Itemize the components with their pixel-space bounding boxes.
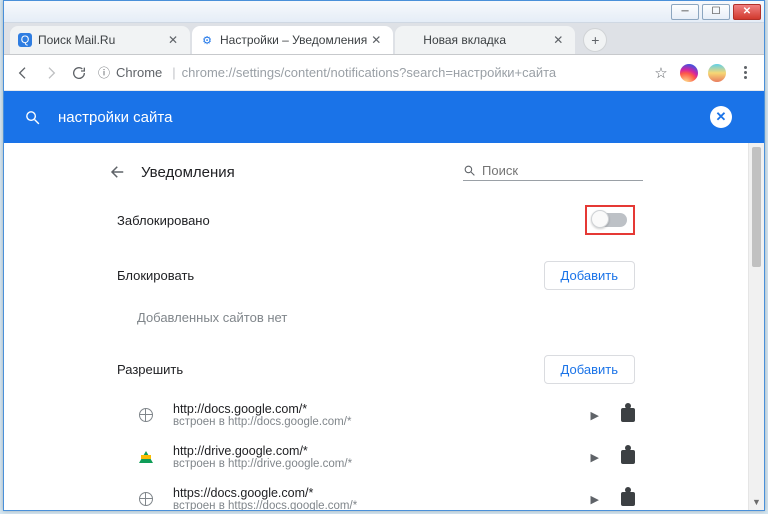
panel-header: Уведомления	[109, 159, 643, 191]
tab-label: Настройки – Уведомления	[220, 33, 367, 47]
minimize-button[interactable]: ─	[671, 4, 699, 20]
tab-label: Новая вкладка	[423, 33, 506, 47]
site-embed: встроен в http://docs.google.com/*	[173, 416, 351, 428]
clear-search-icon[interactable]: ✕	[710, 106, 732, 128]
extension-puzzle-icon[interactable]	[621, 450, 635, 464]
toggle-knob	[591, 210, 609, 228]
extension-profile-icon[interactable]	[708, 64, 726, 82]
browser-window: ─ ☐ ✕ Q Поиск Mail.Ru ✕ ⚙ Настройки – Ув…	[3, 0, 765, 511]
site-actions: ▶	[591, 408, 635, 422]
settings-search-bar: настройки сайта ✕	[4, 91, 764, 143]
extension-puzzle-icon[interactable]	[621, 492, 635, 506]
panel-back-icon[interactable]	[109, 163, 137, 181]
new-tab-button[interactable]: +	[583, 28, 607, 52]
panel-search[interactable]	[463, 163, 643, 181]
allow-section-label: Разрешить	[117, 362, 183, 377]
toggle-highlight-box	[585, 205, 635, 235]
tab-newtab[interactable]: Новая вкладка ✕	[395, 26, 575, 54]
expand-arrow-icon[interactable]: ▶	[591, 451, 599, 464]
expand-arrow-icon[interactable]: ▶	[591, 409, 599, 422]
tab-strip: Q Поиск Mail.Ru ✕ ⚙ Настройки – Уведомле…	[4, 23, 764, 55]
content-area: Уведомления Заблокировано	[4, 143, 764, 510]
close-tab-icon[interactable]: ✕	[367, 33, 385, 47]
add-allow-button[interactable]: Добавить	[544, 355, 635, 384]
scheme-label: Chrome	[116, 65, 162, 80]
scrollbar[interactable]: ▲ ▼	[748, 143, 764, 510]
block-section-header: Блокировать Добавить	[109, 249, 643, 300]
browser-menu-icon[interactable]	[736, 66, 754, 79]
site-text: http://drive.google.com/*встроен в http:…	[173, 444, 352, 470]
block-section-label: Блокировать	[117, 268, 194, 283]
tab-settings[interactable]: ⚙ Настройки – Уведомления ✕	[192, 26, 393, 54]
notifications-toggle[interactable]	[593, 213, 627, 227]
allow-list: http://docs.google.com/*встроен в http:/…	[109, 394, 643, 510]
scroll-down-icon[interactable]: ▼	[749, 494, 764, 510]
panel-title: Уведомления	[141, 164, 235, 181]
site-actions: ▶	[591, 492, 635, 506]
panel-search-input[interactable]	[482, 163, 643, 178]
add-block-button[interactable]: Добавить	[544, 261, 635, 290]
site-row[interactable]: http://docs.google.com/*встроен в http:/…	[109, 394, 643, 436]
close-tab-icon[interactable]: ✕	[164, 33, 182, 47]
site-url: http://drive.google.com/*	[173, 444, 352, 458]
maximize-button[interactable]: ☐	[702, 4, 730, 20]
scroll-thumb[interactable]	[752, 147, 761, 267]
extension-instagram-icon[interactable]	[680, 64, 698, 82]
notifications-panel: Уведомления Заблокировано	[109, 159, 643, 510]
site-info-icon[interactable]: ⓘ	[98, 64, 110, 81]
favicon-blank	[403, 33, 417, 47]
search-icon	[463, 164, 476, 177]
expand-arrow-icon[interactable]: ▶	[591, 493, 599, 506]
allow-section-header: Разрешить Добавить	[109, 343, 643, 394]
site-row[interactable]: https://docs.google.com/*встроен в https…	[109, 478, 643, 510]
toolbar: ⓘ Chrome | chrome://settings/content/not…	[4, 55, 764, 91]
site-url: https://docs.google.com/*	[173, 486, 357, 500]
site-text: http://docs.google.com/*встроен в http:/…	[173, 402, 351, 428]
drive-icon	[137, 448, 155, 466]
nav-back-icon[interactable]	[14, 64, 32, 82]
site-actions: ▶	[591, 450, 635, 464]
nav-forward-icon[interactable]	[42, 64, 60, 82]
block-empty-text: Добавленных сайтов нет	[109, 300, 643, 343]
site-embed: встроен в http://drive.google.com/*	[173, 458, 352, 470]
tab-mailru[interactable]: Q Поиск Mail.Ru ✕	[10, 26, 190, 54]
site-embed: встроен в https://docs.google.com/*	[173, 500, 357, 510]
settings-search-query[interactable]: настройки сайта	[58, 109, 710, 126]
close-window-button[interactable]: ✕	[733, 4, 761, 20]
site-text: https://docs.google.com/*встроен в https…	[173, 486, 357, 510]
site-url: http://docs.google.com/*	[173, 402, 351, 416]
search-icon	[24, 109, 42, 126]
close-tab-icon[interactable]: ✕	[549, 33, 567, 47]
site-row[interactable]: http://drive.google.com/*встроен в http:…	[109, 436, 643, 478]
settings-content: Уведомления Заблокировано	[4, 143, 748, 510]
favicon-mailru: Q	[18, 33, 32, 47]
os-titlebar: ─ ☐ ✕	[4, 1, 764, 23]
bookmark-star-icon[interactable]: ☆	[652, 64, 670, 82]
reload-icon[interactable]	[70, 64, 88, 82]
blocked-label: Заблокировано	[117, 213, 210, 228]
url-text: chrome://settings/content/notifications?…	[182, 65, 557, 80]
globe-icon	[137, 490, 155, 508]
address-bar[interactable]: ⓘ Chrome | chrome://settings/content/not…	[98, 60, 642, 86]
blocked-row: Заблокировано	[109, 191, 643, 249]
globe-icon	[137, 406, 155, 424]
favicon-settings: ⚙	[200, 33, 214, 47]
tab-label: Поиск Mail.Ru	[38, 33, 115, 47]
extension-puzzle-icon[interactable]	[621, 408, 635, 422]
separator: |	[172, 65, 175, 80]
